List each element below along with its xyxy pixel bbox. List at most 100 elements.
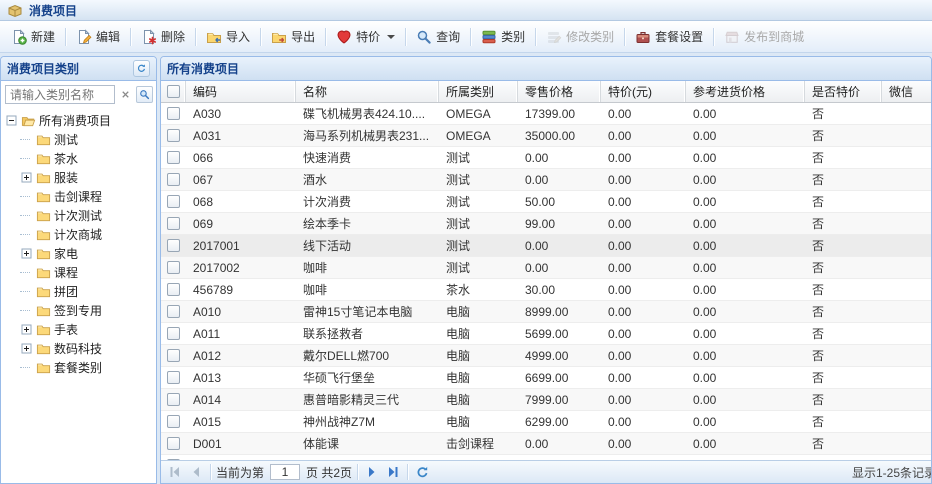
cell-is-special: 否 — [812, 393, 825, 407]
search-button[interactable] — [136, 86, 153, 103]
cell-special-price: 0.00 — [608, 216, 632, 231]
column-header-wechat[interactable]: 微信 — [882, 81, 931, 102]
toolbar-button-publish-to-mall[interactable]: 发布到商城 — [717, 25, 811, 48]
tree-node[interactable]: 课程 — [1, 263, 156, 282]
row-checkbox[interactable] — [167, 151, 180, 164]
tree-node[interactable]: 服装 — [1, 168, 156, 187]
row-checkbox[interactable] — [167, 371, 180, 384]
category-panel: 消费项目类别 所有消费项目测试茶水服装击剑课程计次测试计次商城家电课程拼团签 — [0, 56, 157, 484]
table-row[interactable]: 069 绘本季卡 测试 99.00 0.00 0.00 否 — [161, 213, 931, 235]
cell-wechat — [882, 235, 931, 256]
column-header-code[interactable]: 编码 — [186, 81, 296, 102]
row-checkbox[interactable] — [167, 217, 180, 230]
expand-icon[interactable] — [20, 172, 33, 183]
category-search-input[interactable] — [5, 85, 115, 104]
toolbar-button-special-price[interactable]: 特价 — [329, 25, 402, 48]
record-count-status: 显示1-25条记录 — [851, 465, 931, 480]
tree-node[interactable]: 所有消费项目 — [1, 111, 156, 130]
table-row[interactable]: A031 海马系列机械男表231... OMEGA 35000.00 0.00 0.00 否 — [161, 125, 931, 147]
expand-icon[interactable] — [20, 248, 33, 259]
table-row[interactable]: A012 戴尔DELL燃700 电脑 4999.00 0.00 0.00 否 — [161, 345, 931, 367]
row-checkbox[interactable] — [167, 283, 180, 296]
column-header-category[interactable]: 所属类别 — [439, 81, 518, 102]
clear-search-button[interactable] — [117, 86, 134, 103]
select-all-checkbox[interactable] — [166, 85, 180, 98]
table-row[interactable]: 068 计次消费 测试 50.00 0.00 0.00 否 — [161, 191, 931, 213]
row-checkbox[interactable] — [167, 327, 180, 340]
row-checkbox[interactable] — [167, 107, 180, 120]
cell-category: 测试 — [446, 195, 471, 209]
column-header-special-price[interactable]: 特价(元) — [601, 81, 686, 102]
toolbar-button-package-settings[interactable]: 套餐设置 — [628, 25, 710, 48]
column-header-retail-price[interactable]: 零售价格 — [518, 81, 601, 102]
row-checkbox[interactable] — [167, 305, 180, 318]
column-header-ref-purchase-price[interactable]: 参考进货价格 — [686, 81, 805, 102]
table-row[interactable]: A015 神州战神Z7M 电脑 6299.00 0.00 0.00 否 — [161, 411, 931, 433]
table-row[interactable]: A014 惠普暗影精灵三代 电脑 7999.00 0.00 0.00 否 — [161, 389, 931, 411]
expand-icon[interactable] — [20, 343, 33, 354]
items-panel: 所有消费项目 编码 名称 所属类别 零售价格 特价(元) 参考进货价格 是否特价 微信 A03… — [160, 56, 932, 484]
cell-wechat — [882, 257, 931, 278]
cell-ref-purchase-price: 0.00 — [693, 128, 717, 143]
next-page-button[interactable] — [363, 463, 381, 481]
table-row[interactable]: 066 快速消费 测试 0.00 0.00 0.00 否 — [161, 147, 931, 169]
pager-refresh-button[interactable] — [413, 463, 431, 481]
table-row[interactable]: 2017001 线下活动 测试 0.00 0.00 0.00 否 — [161, 235, 931, 257]
toolbar-button-edit[interactable]: 编辑 — [69, 25, 127, 48]
page-edit-icon — [76, 28, 92, 45]
table-row[interactable]: 067 酒水 测试 0.00 0.00 0.00 否 — [161, 169, 931, 191]
cell-wechat — [882, 147, 931, 168]
cell-special-price: 0.00 — [608, 436, 632, 451]
tree-node[interactable]: 茶水 — [1, 149, 156, 168]
row-checkbox[interactable] — [167, 129, 180, 142]
row-checkbox[interactable] — [167, 349, 180, 362]
row-checkbox[interactable] — [167, 393, 180, 406]
toolbar-button-delete[interactable]: 删除 — [134, 25, 192, 48]
table-row[interactable]: A011 联系拯救者 电脑 5699.00 0.00 0.00 否 — [161, 323, 931, 345]
close-icon — [120, 89, 131, 100]
column-header-name[interactable]: 名称 — [296, 81, 439, 102]
table-row[interactable]: A030 碟飞机械男表424.10.... OMEGA 17399.00 0.00 0.0… — [161, 103, 931, 125]
items-panel-title: 所有消费项目 — [167, 62, 240, 76]
row-checkbox[interactable] — [167, 239, 180, 252]
tree-node[interactable]: 击剑课程 — [1, 187, 156, 206]
cell-ref-purchase-price: 0.00 — [693, 348, 717, 363]
row-checkbox[interactable] — [167, 437, 180, 450]
toolbar-button-query[interactable]: 查询 — [409, 25, 467, 48]
tree-node[interactable]: 计次商城 — [1, 225, 156, 244]
table-row[interactable]: A013 华硕飞行堡垒 电脑 6699.00 0.00 0.00 否 — [161, 367, 931, 389]
tree-node[interactable]: 手表 — [1, 320, 156, 339]
page-number-input[interactable] — [270, 464, 301, 480]
collapse-icon[interactable] — [5, 115, 18, 126]
row-checkbox-cell — [161, 433, 186, 454]
table-row[interactable]: D001 体能课 击剑课程 0.00 0.00 0.00 否 — [161, 433, 931, 455]
row-checkbox[interactable] — [167, 261, 180, 274]
first-page-button[interactable] — [166, 463, 184, 481]
row-checkbox[interactable] — [167, 415, 180, 428]
tree-node[interactable]: 家电 — [1, 244, 156, 263]
last-page-button[interactable] — [384, 463, 402, 481]
box-icon — [7, 2, 23, 18]
toolbar-button-import[interactable]: 导入 — [199, 25, 257, 48]
tree-node[interactable]: 数码科技 — [1, 339, 156, 358]
toolbar-button-new[interactable]: 新建 — [4, 25, 62, 48]
tree-node[interactable]: 测试 — [1, 130, 156, 149]
tree-node[interactable]: 拼团 — [1, 282, 156, 301]
table-row[interactable]: 2017002 咖啡 测试 0.00 0.00 0.00 否 — [161, 257, 931, 279]
cell-is-special: 否 — [812, 239, 825, 253]
tree-node[interactable]: 计次测试 — [1, 206, 156, 225]
toolbar-button-category[interactable]: 类别 — [474, 25, 532, 48]
prev-page-button[interactable] — [187, 463, 205, 481]
refresh-button[interactable] — [133, 60, 150, 77]
row-checkbox[interactable] — [167, 173, 180, 186]
row-checkbox[interactable] — [167, 195, 180, 208]
toolbar-button-modify-category[interactable]: 修改类别 — [539, 25, 621, 48]
tree-node[interactable]: 签到专用 — [1, 301, 156, 320]
table-row[interactable]: 456789 咖啡 茶水 30.00 0.00 0.00 否 — [161, 279, 931, 301]
table-row[interactable]: A010 雷神15寸笔记本电脑 电脑 8999.00 0.00 0.00 否 — [161, 301, 931, 323]
toolbar-button-export[interactable]: 导出 — [264, 25, 322, 48]
tree-node[interactable]: 套餐类别 — [1, 358, 156, 377]
column-header-is-special[interactable]: 是否特价 — [805, 81, 882, 102]
expand-icon[interactable] — [20, 324, 33, 335]
tree-node-label: 所有消费项目 — [39, 114, 112, 128]
